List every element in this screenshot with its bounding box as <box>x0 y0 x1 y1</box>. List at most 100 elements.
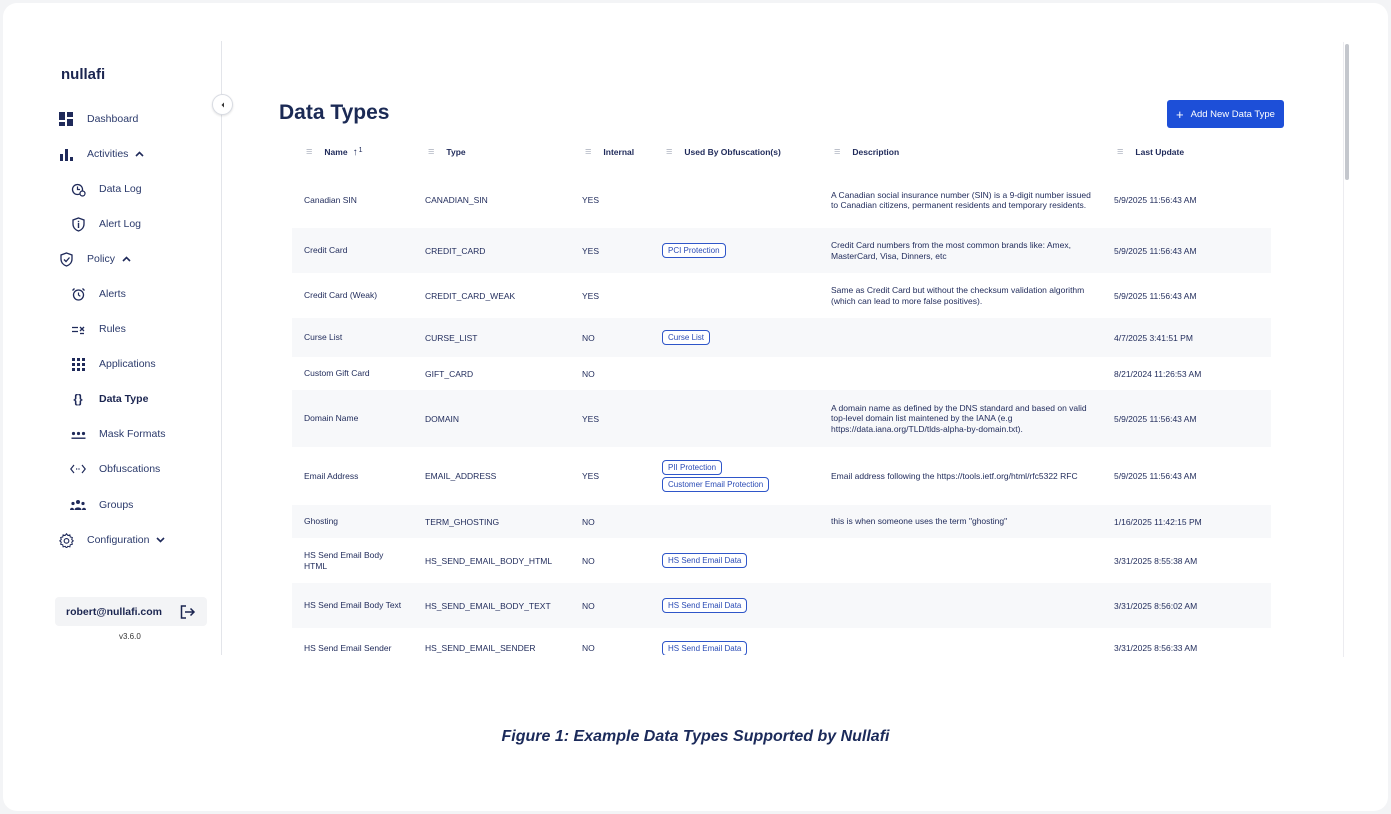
cell-description: A Canadian social insurance number (SIN)… <box>831 189 1091 211</box>
alarm-clock-icon <box>70 286 86 302</box>
column-header-label: Internal <box>603 147 635 157</box>
cell-type: DOMAIN <box>425 413 459 424</box>
obfuscation-chip[interactable]: Customer Email Protection <box>662 477 770 492</box>
cell-internal: NO <box>582 643 595 653</box>
sort-order-number: 1 <box>358 146 363 154</box>
table-row[interactable]: Canadian SIN CANADIAN_SIN YES A Canadian… <box>292 172 1271 228</box>
add-data-type-button[interactable]: + Add New Data Type <box>1167 100 1284 128</box>
collapse-sidebar-button[interactable] <box>212 94 233 115</box>
cell-type: EMAIL_ADDRESS <box>425 471 497 481</box>
column-header-description[interactable]: ≡ Description <box>834 140 899 164</box>
cell-used-by: Curse List <box>662 318 711 357</box>
shield-check-icon <box>58 251 74 267</box>
cell-internal: NO <box>582 555 595 566</box>
table-row[interactable]: Email Address EMAIL_ADDRESS YES PII Prot… <box>292 447 1271 505</box>
cell-description <box>831 318 1096 357</box>
cell-name: Credit Card (Weak) <box>304 290 378 300</box>
sidebar-item-alert-log[interactable]: Alert Log <box>70 214 141 234</box>
cell-type: CREDIT_CARD <box>425 245 486 256</box>
obfuscation-chip[interactable]: HS Send Email Data <box>662 640 748 655</box>
sidebar-item-applications[interactable]: Applications <box>70 354 156 374</box>
sidebar-item-label: Mask Formats <box>99 428 166 440</box>
cell-description <box>831 538 1096 583</box>
cell-description: A domain name as defined by the DNS stan… <box>831 402 1087 434</box>
sidebar-item-label: Dashboard <box>87 113 139 125</box>
sidebar-item-data-log[interactable]: Data Log <box>70 179 142 199</box>
cell-name: Domain Name <box>304 413 359 423</box>
sidebar-item-mask-formats[interactable]: Mask Formats <box>70 424 166 444</box>
data-log-icon <box>70 181 86 197</box>
table-row[interactable]: HS Send Email Sender HS_SEND_EMAIL_SENDE… <box>292 628 1271 655</box>
cell-name: HS Send Email Body HTML <box>304 549 384 571</box>
obfuscation-chip[interactable]: HS Send Email Data <box>662 553 748 568</box>
sidebar-item-dashboard[interactable]: Dashboard <box>58 109 138 129</box>
cell-description: Credit Card numbers from the most common… <box>831 240 1071 261</box>
column-header-name[interactable]: ≡ Name ↑ 1 <box>306 140 362 164</box>
table-row[interactable]: Curse List CURSE_LIST NO Curse List 4/7/… <box>292 318 1271 357</box>
sidebar-item-data-type[interactable]: {} Data Type <box>70 389 148 409</box>
column-header-label: Name <box>324 147 348 157</box>
cell-used-by: PCI Protection <box>662 228 726 273</box>
plus-icon: + <box>1176 106 1184 122</box>
scrollbar-thumb[interactable] <box>1345 44 1349 180</box>
cell-type: CURSE_LIST <box>425 332 478 343</box>
dashboard-icon <box>58 111 74 127</box>
column-menu-icon[interactable]: ≡ <box>1117 146 1123 158</box>
cell-internal: YES <box>582 413 600 424</box>
column-menu-icon[interactable]: ≡ <box>428 146 434 158</box>
sidebar-item-label: Activities <box>87 148 129 160</box>
cell-description: Same as Credit Card but without the chec… <box>831 285 1085 306</box>
sidebar-item-obfuscations[interactable]: Obfuscations <box>70 459 160 479</box>
column-header-type[interactable]: ≡ Type <box>428 140 466 164</box>
cell-used-by: PII Protection Customer Email Protection <box>662 447 770 505</box>
sidebar-item-configuration[interactable]: Configuration <box>58 530 166 550</box>
table-row[interactable]: Ghosting TERM_GHOSTING NO this is when s… <box>292 505 1271 538</box>
sidebar-item-activities[interactable]: Activities <box>58 144 145 164</box>
cell-internal: YES <box>582 195 600 205</box>
cell-last-update: 5/9/2025 11:56:43 AM <box>1114 471 1197 481</box>
obfuscation-chip[interactable]: PII Protection <box>662 460 723 475</box>
cell-last-update: 5/9/2025 11:56:43 AM <box>1114 413 1197 424</box>
bar-chart-icon <box>58 146 74 162</box>
table-row[interactable]: Credit Card (Weak) CREDIT_CARD_WEAK YES … <box>292 273 1271 318</box>
sidebar-item-rules[interactable]: Rules <box>70 319 126 339</box>
column-header-used-by[interactable]: ≡ Used By Obfuscation(s) <box>666 140 781 164</box>
column-menu-icon[interactable]: ≡ <box>306 146 312 158</box>
cell-name: Email Address <box>304 470 359 481</box>
cell-internal: YES <box>582 245 600 256</box>
table-row[interactable]: HS Send Email Body HTML HS_SEND_EMAIL_BO… <box>292 538 1271 583</box>
cell-description: Email address following the https://tool… <box>831 470 1078 481</box>
sidebar-item-label: Groups <box>99 499 134 511</box>
column-menu-icon[interactable]: ≡ <box>666 146 672 158</box>
sidebar-item-label: Applications <box>99 358 156 370</box>
cell-type: GIFT_CARD <box>425 368 474 379</box>
column-header-internal[interactable]: ≡ Internal <box>585 140 634 164</box>
column-menu-icon[interactable]: ≡ <box>585 146 591 158</box>
sidebar-item-alerts[interactable]: Alerts <box>70 284 126 304</box>
table-row[interactable]: Custom Gift Card GIFT_CARD NO 8/21/2024 … <box>292 357 1271 390</box>
table-row[interactable]: HS Send Email Body Text HS_SEND_EMAIL_BO… <box>292 583 1271 628</box>
cell-last-update: 4/7/2025 3:41:51 PM <box>1114 332 1193 343</box>
user-email: robert@nullafi.com <box>66 605 162 618</box>
sidebar-item-label: Data Log <box>99 183 142 195</box>
table-row[interactable]: Domain Name DOMAIN YES A domain name as … <box>292 390 1271 447</box>
column-header-last-update[interactable]: ≡ Last Update <box>1117 140 1184 164</box>
column-menu-icon[interactable]: ≡ <box>834 146 840 158</box>
chevron-up-icon <box>122 256 131 262</box>
obfuscation-chip[interactable]: HS Send Email Data <box>662 598 748 613</box>
sidebar-item-groups[interactable]: Groups <box>70 495 133 515</box>
obfuscation-chip[interactable]: PCI Protection <box>662 243 726 258</box>
sidebar-item-label: Policy <box>87 253 116 265</box>
cell-name: Ghosting <box>304 516 339 526</box>
sort-ascending-icon: ↑ 1 <box>352 146 363 158</box>
table-row[interactable]: Credit Card CREDIT_CARD YES PCI Protecti… <box>292 228 1271 273</box>
obfuscation-chip[interactable]: Curse List <box>662 330 711 345</box>
cell-last-update: 5/9/2025 11:56:43 AM <box>1114 195 1197 205</box>
brand-logo: nullafi <box>61 66 106 83</box>
cell-description <box>831 628 1096 655</box>
sidebar-item-label: Obfuscations <box>99 463 161 475</box>
sidebar-item-policy[interactable]: Policy <box>58 249 131 269</box>
logout-icon[interactable] <box>180 604 196 619</box>
cell-last-update: 3/31/2025 8:56:02 AM <box>1114 600 1198 611</box>
cell-last-update: 3/31/2025 8:55:38 AM <box>1114 555 1198 566</box>
